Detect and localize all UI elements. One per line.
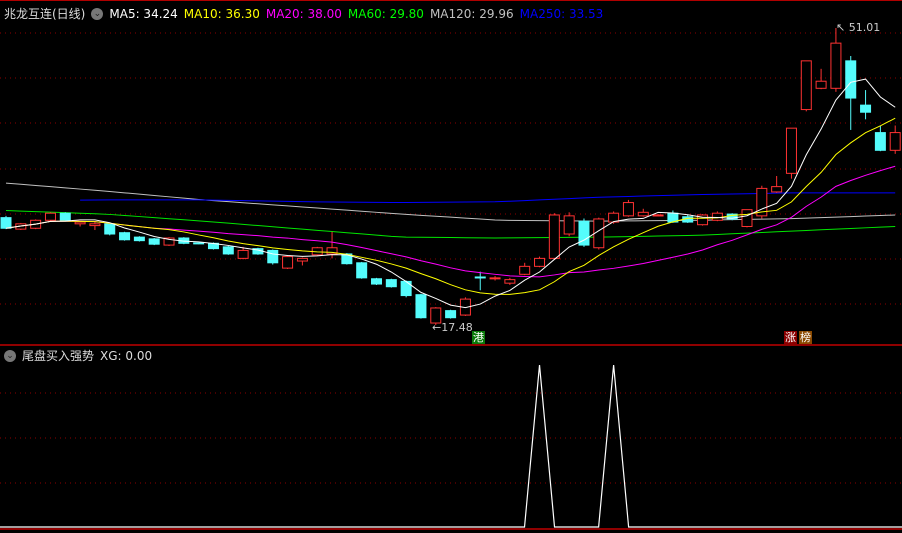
candle-down	[474, 276, 486, 279]
xg-signal-line	[0, 364, 902, 528]
candle-down	[860, 104, 872, 113]
high-price-value: 51.01	[848, 21, 881, 34]
candle-down	[222, 246, 234, 255]
ma20-line	[5, 165, 896, 278]
candle-down	[415, 294, 427, 319]
candle-down	[371, 278, 382, 285]
indicator-title: 尾盘买入强势	[22, 349, 95, 363]
limit-up-badge[interactable]: 涨	[784, 331, 797, 344]
candle-up	[89, 223, 101, 227]
high-price-label: ↖ 51.01	[836, 21, 881, 34]
ma250-value: MA250: 33.53	[519, 6, 604, 21]
kline-chart[interactable]	[0, 0, 902, 533]
candle-up	[237, 249, 249, 259]
candle-up	[637, 211, 649, 217]
candle-up	[622, 202, 634, 217]
candle-up	[489, 277, 501, 280]
candle-down	[874, 132, 886, 151]
candle-up	[785, 127, 797, 174]
candle-down	[845, 60, 857, 99]
candle-up	[534, 257, 546, 267]
candle-down	[445, 310, 457, 319]
candle-up	[889, 132, 901, 151]
candle-up	[74, 221, 86, 225]
chevron-down-icon[interactable]: ⌄	[91, 7, 104, 20]
candle-up	[830, 42, 842, 89]
ma250-line	[80, 192, 896, 204]
candle-down	[148, 238, 160, 245]
ma5-value: MA5: 34.24	[109, 6, 178, 21]
candle-down	[119, 232, 131, 241]
ma60-value: MA60: 29.80	[347, 6, 424, 21]
ma120-value: MA120: 29.96	[429, 6, 514, 21]
candle-up	[296, 257, 308, 262]
low-price-value: 17.48	[441, 321, 473, 334]
candle-down	[59, 212, 71, 221]
indicator-xg-value: XG: 0.00	[100, 348, 153, 363]
candle-up	[800, 60, 812, 111]
candle-down	[0, 217, 12, 229]
low-price-label: ←17.48	[432, 321, 473, 334]
candle-down	[104, 223, 116, 235]
candle-up	[44, 212, 56, 221]
indicator-header: ⌄ 尾盘买入强势 XG: 0.00	[4, 347, 152, 364]
candle-up	[652, 214, 664, 217]
candle-up	[815, 80, 827, 89]
hk-connect-badge[interactable]: 港	[472, 331, 485, 344]
candle-down	[385, 279, 397, 288]
candle-up	[771, 186, 783, 193]
ma10-value: MA10: 36.30	[183, 6, 260, 21]
candle-down	[193, 242, 205, 245]
candle-down	[133, 236, 145, 242]
candle-up	[548, 214, 560, 259]
ma20-value: MA20: 38.00	[265, 6, 342, 21]
candle-up	[741, 209, 753, 227]
stock-name: 兆龙互连(日线)	[4, 7, 86, 21]
candle-up	[711, 212, 723, 221]
candle-down	[267, 249, 279, 264]
candle-down	[356, 262, 368, 279]
candle-up	[282, 256, 294, 269]
main-chart-header: 兆龙互连(日线) ⌄ MA5: 34.24 MA10: 36.30 MA20: …	[4, 5, 603, 22]
dragon-tiger-badge[interactable]: 榜	[799, 331, 812, 344]
chevron-down-icon[interactable]: ⌄	[4, 349, 16, 362]
candle-up	[519, 265, 531, 275]
candle-up	[504, 279, 516, 284]
candle-up	[563, 215, 575, 235]
